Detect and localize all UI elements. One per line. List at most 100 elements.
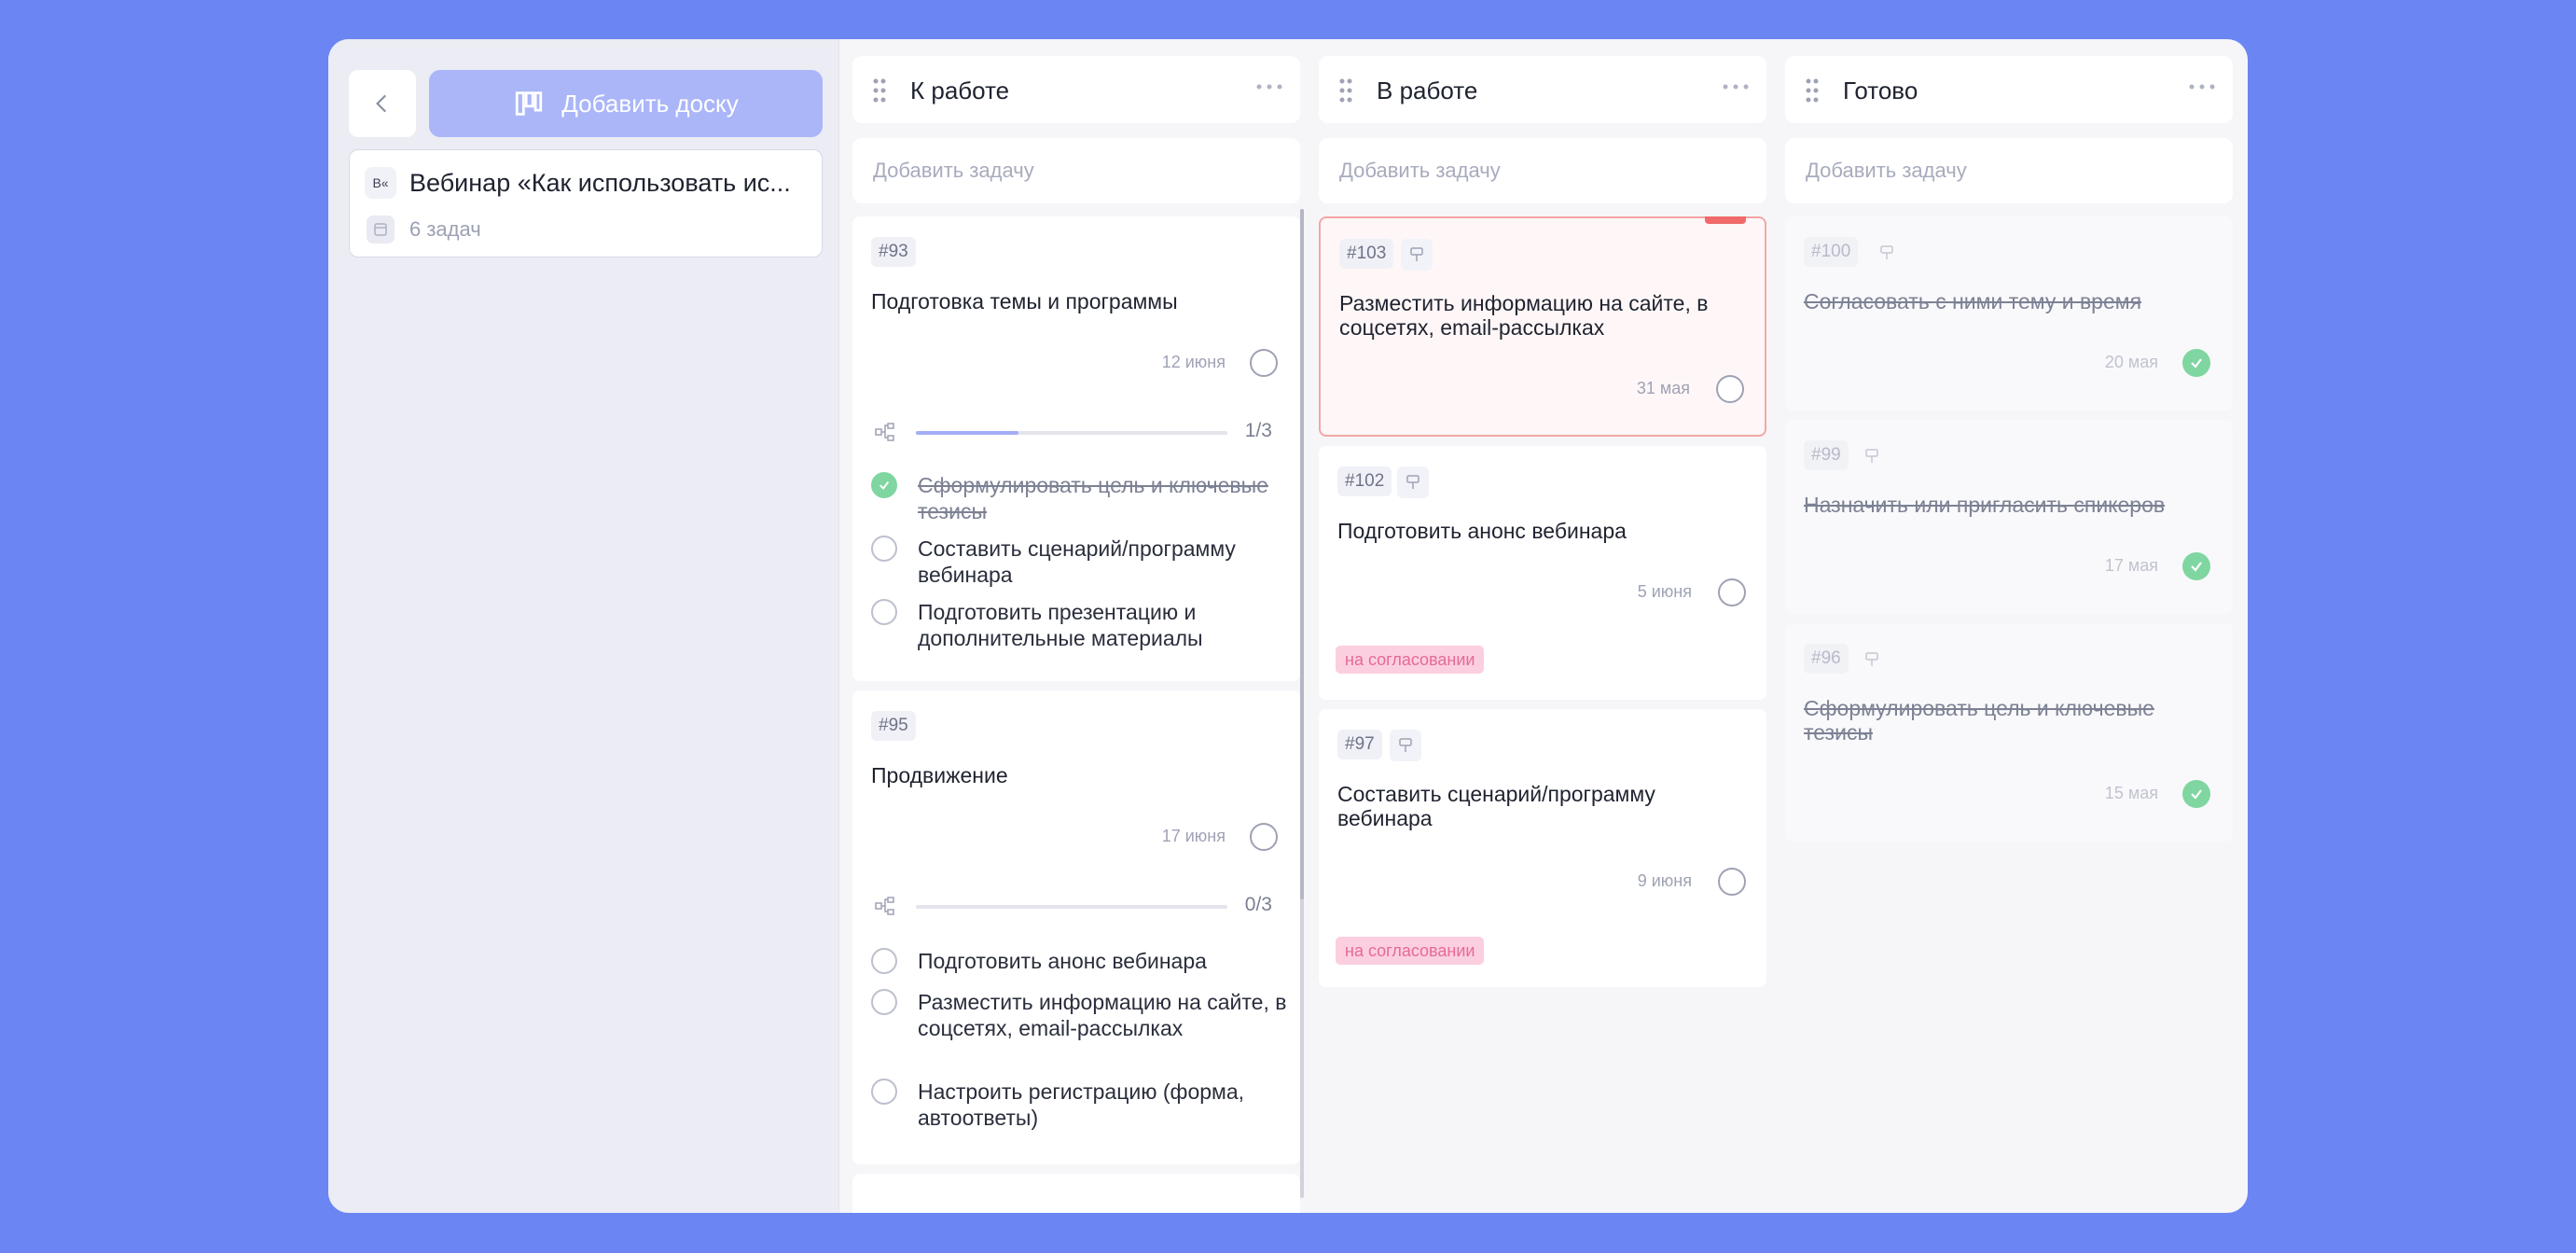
subtask-item[interactable]: Настроить регистрацию (форма, автоответы… xyxy=(871,1079,1281,1131)
status-done[interactable] xyxy=(2182,349,2210,377)
column-done: Готово Добавить задачу #100 Согласовать … xyxy=(1785,56,2233,1213)
add-board-label: Добавить доску xyxy=(561,89,739,118)
task-card[interactable]: #103 Разместить информацию на сайте, в с… xyxy=(1319,216,1766,437)
task-card[interactable]: #102 Подготовить анонс вебинара 5 июня н… xyxy=(1319,446,1766,700)
check-icon xyxy=(2191,562,2202,572)
board-task-count: 6 задач xyxy=(409,217,481,241)
board-badge: В« xyxy=(365,167,396,199)
pin-icon xyxy=(1871,237,1903,269)
task-number: #95 xyxy=(871,711,916,741)
task-card[interactable]: #100 Согласовать с ними тему и время 20 … xyxy=(1785,216,2233,411)
overdue-marker xyxy=(1705,216,1746,224)
more-icon[interactable] xyxy=(2188,82,2216,91)
column-title: Готово xyxy=(1843,77,1918,104)
task-title: Продвижение xyxy=(871,763,1008,787)
subtask-checkbox[interactable] xyxy=(871,599,897,625)
progress-fill xyxy=(916,431,1019,435)
subtask-label: Сформулировать цель и ключевые тезисы xyxy=(918,473,1268,523)
column-in-progress: В работе Добавить задачу #103 Разместить… xyxy=(1319,56,1766,1213)
board-icon xyxy=(516,91,543,116)
column-header: К работе xyxy=(852,56,1300,123)
due-date: 9 июня xyxy=(1637,871,1692,890)
drag-handle-icon[interactable] xyxy=(1339,78,1352,103)
column-header: В работе xyxy=(1319,56,1766,123)
add-board-button[interactable]: Добавить доску xyxy=(429,70,823,137)
pin-icon xyxy=(1856,440,1888,472)
check-icon xyxy=(2191,789,2202,800)
check-icon xyxy=(879,480,890,490)
board-title: Вебинар «Как использовать ис... xyxy=(409,169,791,197)
task-title: Разместить информацию на сайте, в соцсет… xyxy=(1339,291,1709,340)
progress-bar xyxy=(916,905,1227,909)
subtask-checkbox[interactable] xyxy=(871,989,897,1015)
task-number: #100 xyxy=(1804,237,1859,267)
task-card[interactable]: #97 Составить сценарий/программу вебинар… xyxy=(1319,709,1766,987)
due-date: 20 мая xyxy=(2104,353,2158,371)
drag-handle-icon[interactable] xyxy=(1806,78,1819,103)
status-done[interactable] xyxy=(2182,552,2210,580)
pin-icon xyxy=(1856,644,1888,675)
status-toggle[interactable] xyxy=(1718,868,1746,896)
task-number: #102 xyxy=(1337,466,1392,496)
status-toggle[interactable] xyxy=(1716,375,1744,403)
subtask-label: Разместить информацию на сайте, в соцсет… xyxy=(918,990,1287,1040)
subtask-checkbox[interactable] xyxy=(871,536,897,562)
task-title: Сформулировать цель и ключевые тезисы xyxy=(1804,696,2154,745)
task-number: #96 xyxy=(1804,644,1849,674)
pin-icon xyxy=(1390,730,1421,761)
back-button[interactable] xyxy=(349,70,416,137)
task-card[interactable]: #95 Продвижение 17 июня 0/3 Подготовить … xyxy=(852,690,1300,1164)
due-date: 5 июня xyxy=(1637,582,1692,601)
status-toggle[interactable] xyxy=(1250,349,1278,377)
subtask-checkbox[interactable] xyxy=(871,472,897,498)
task-title: Подготовить анонс вебинара xyxy=(1337,519,1627,543)
due-date: 31 мая xyxy=(1636,379,1690,397)
due-date: 17 июня xyxy=(1161,827,1226,845)
subtask-checkbox[interactable] xyxy=(871,948,897,974)
subtasks-icon xyxy=(875,897,894,915)
scrollbar-thumb[interactable] xyxy=(1300,209,1304,899)
chevron-left-icon xyxy=(376,94,387,113)
subtask-item[interactable]: Подготовить анонс вебинара xyxy=(871,948,1281,976)
subtask-label: Подготовить презентацию и дополнительные… xyxy=(918,600,1203,650)
subtask-item[interactable]: Подготовить презентацию и дополнительные… xyxy=(871,599,1281,651)
task-card[interactable]: #96 Сформулировать цель и ключевые тезис… xyxy=(1785,623,2233,842)
tasks-icon xyxy=(367,216,395,244)
column-header: Готово xyxy=(1785,56,2233,123)
status-toggle[interactable] xyxy=(1718,578,1746,606)
pin-icon xyxy=(1397,466,1429,498)
add-task-input[interactable]: Добавить задачу xyxy=(1319,138,1766,203)
subtask-item[interactable]: Составить сценарий/программу вебинара xyxy=(871,536,1281,588)
column-todo: К работе Добавить задачу #93 Подготовка … xyxy=(852,56,1300,1213)
check-icon xyxy=(2191,358,2202,369)
task-card[interactable]: #93 Подготовка темы и программы 12 июня … xyxy=(852,216,1300,681)
task-title: Согласовать с ними тему и время xyxy=(1804,289,2142,313)
status-done[interactable] xyxy=(2182,780,2210,808)
drag-handle-icon[interactable] xyxy=(873,78,886,103)
app-window: Добавить доску В« Вебинар «Как использов… xyxy=(328,39,2248,1213)
sidebar: Добавить доску В« Вебинар «Как использов… xyxy=(328,39,839,1213)
subtask-item[interactable]: Разместить информацию на сайте, в соцсет… xyxy=(871,989,1286,1069)
task-number: #97 xyxy=(1337,730,1382,759)
pin-icon xyxy=(1401,239,1433,271)
add-task-input[interactable]: Добавить задачу xyxy=(1785,138,2233,203)
progress-bar xyxy=(916,431,1227,435)
task-title: Назначить или пригласить спикеров xyxy=(1804,493,2166,517)
status-toggle[interactable] xyxy=(1250,823,1278,851)
scrollbar[interactable] xyxy=(1300,209,1304,1198)
subtask-label: Подготовить анонс вебинара xyxy=(918,949,1207,973)
task-title: Составить сценарий/программу вебинара xyxy=(1337,782,1655,830)
due-date: 15 мая xyxy=(2104,784,2158,802)
task-card[interactable] xyxy=(852,1174,1300,1213)
subtask-label: Составить сценарий/программу вебинара xyxy=(918,536,1236,587)
add-task-input[interactable]: Добавить задачу xyxy=(852,138,1300,203)
task-number: #103 xyxy=(1339,239,1394,269)
more-icon[interactable] xyxy=(1255,82,1283,91)
board-item[interactable]: В« Вебинар «Как использовать ис... 6 зад… xyxy=(349,149,823,258)
subtask-item[interactable]: Сформулировать цель и ключевые тезисы xyxy=(871,472,1281,524)
column-title: В работе xyxy=(1377,77,1478,104)
subtask-checkbox[interactable] xyxy=(871,1079,897,1105)
more-icon[interactable] xyxy=(1722,82,1750,91)
task-card[interactable]: #99 Назначить или пригласить спикеров 17… xyxy=(1785,420,2233,614)
task-title: Подготовка темы и программы xyxy=(871,289,1178,313)
